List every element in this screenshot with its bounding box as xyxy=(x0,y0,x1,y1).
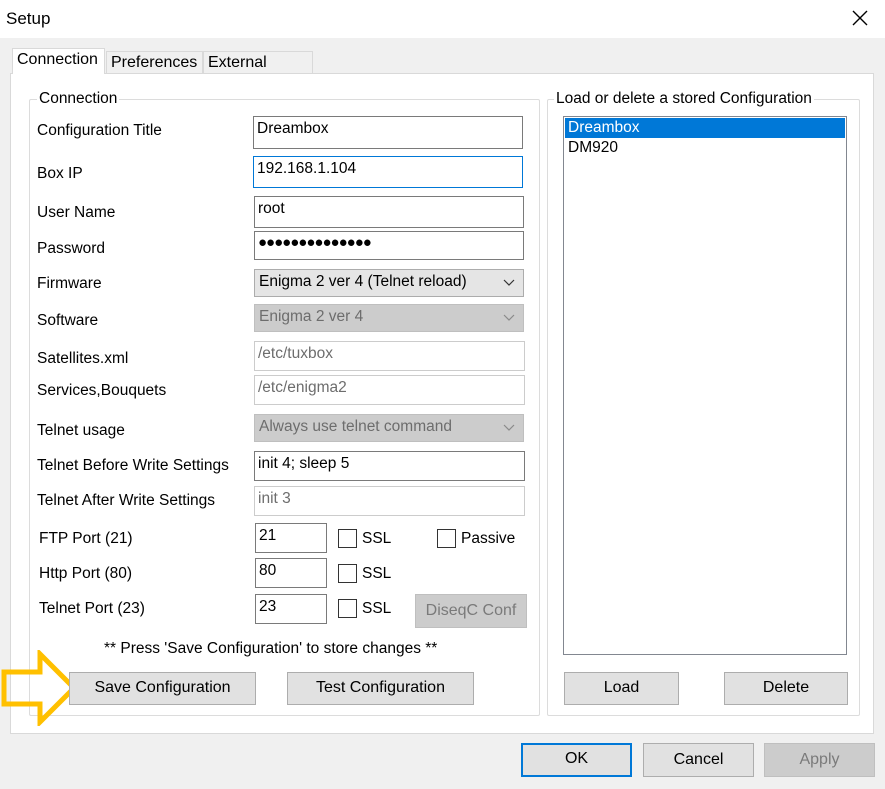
firmware-label: Firmware xyxy=(37,275,102,292)
firmware-select[interactable]: Enigma 2 ver 4 (Telnet reload) xyxy=(254,269,524,297)
tab-preferences[interactable]: Preferences xyxy=(106,51,203,73)
firmware-select-value: Enigma 2 ver 4 (Telnet reload) xyxy=(259,273,467,290)
telnet-ssl-label: SSL xyxy=(362,600,392,617)
password-input[interactable]: ●●●●●●●●●●●●●● xyxy=(254,231,524,260)
config-title-label: Configuration Title xyxy=(37,122,162,139)
ftp-port-input[interactable]: 21 xyxy=(255,523,327,553)
close-icon xyxy=(852,10,868,26)
software-select[interactable]: Enigma 2 ver 4 xyxy=(254,304,524,332)
http-port-label: Http Port (80) xyxy=(39,565,133,582)
user-name-input[interactable]: root xyxy=(254,196,524,228)
software-select-value: Enigma 2 ver 4 xyxy=(259,308,364,325)
cancel-button[interactable]: Cancel xyxy=(643,743,754,777)
window-title: Setup xyxy=(6,9,51,28)
telnet-port-label: Telnet Port (23) xyxy=(39,600,145,617)
tab-external-tools[interactable]: External Tools xyxy=(203,51,313,93)
telnet-after-input[interactable]: init 3 xyxy=(254,486,525,516)
passive-label: Passive xyxy=(461,530,516,547)
delete-button[interactable]: Delete xyxy=(724,672,848,705)
telnet-after-label: Telnet After Write Settings xyxy=(37,492,216,509)
chevron-down-icon xyxy=(503,424,515,431)
software-label: Software xyxy=(37,312,99,329)
services-label: Services,Bouquets xyxy=(37,382,167,399)
telnet-before-input[interactable]: init 4; sleep 5 xyxy=(254,451,525,481)
save-configuration-button[interactable]: Save Configuration xyxy=(69,672,256,705)
config-title-input[interactable]: Dreambox xyxy=(253,116,523,149)
apply-button[interactable]: Apply xyxy=(764,743,875,777)
ftp-port-label: FTP Port (21) xyxy=(39,530,133,547)
load-button[interactable]: Load xyxy=(564,672,679,705)
password-label: Password xyxy=(37,240,106,257)
arrow-right-icon xyxy=(1,650,78,726)
ok-button[interactable]: OK xyxy=(521,743,632,777)
box-ip-input[interactable]: 192.168.1.104 xyxy=(253,156,523,188)
passive-checkbox[interactable] xyxy=(437,529,456,548)
satellites-label: Satellites.xml xyxy=(37,350,129,367)
telnet-usage-select[interactable]: Always use telnet command xyxy=(254,414,524,442)
http-ssl-label: SSL xyxy=(362,565,392,582)
services-input[interactable]: /etc/enigma2 xyxy=(254,375,525,405)
connection-group-title: Connection xyxy=(37,90,120,108)
list-item[interactable]: DM920 xyxy=(565,138,845,158)
ftp-ssl-label: SSL xyxy=(362,530,392,547)
telnet-usage-select-value: Always use telnet command xyxy=(259,418,452,435)
title-bar xyxy=(0,0,885,38)
telnet-port-input[interactable]: 23 xyxy=(255,594,327,624)
box-ip-label: Box IP xyxy=(37,165,83,182)
satellites-input[interactable]: /etc/tuxbox xyxy=(254,341,525,371)
close-button[interactable] xyxy=(846,4,874,32)
list-item[interactable]: Dreambox xyxy=(565,118,845,138)
save-hint-text: ** Press 'Save Configuration' to store c… xyxy=(104,640,438,657)
telnet-ssl-checkbox[interactable] xyxy=(338,599,357,618)
tab-connection[interactable]: Connection xyxy=(12,48,105,74)
test-configuration-button[interactable]: Test Configuration xyxy=(287,672,474,705)
chevron-down-icon xyxy=(503,279,515,286)
stored-config-group-title: Load or delete a stored Configuration xyxy=(554,90,814,108)
http-port-input[interactable]: 80 xyxy=(255,558,327,588)
stored-config-list[interactable]: Dreambox DM920 xyxy=(563,116,847,655)
ftp-ssl-checkbox[interactable] xyxy=(338,529,357,548)
diseqc-conf-button[interactable]: DiseqC Conf xyxy=(415,594,527,628)
telnet-usage-label: Telnet usage xyxy=(37,422,125,439)
telnet-before-label: Telnet Before Write Settings xyxy=(37,457,229,474)
http-ssl-checkbox[interactable] xyxy=(338,564,357,583)
chevron-down-icon xyxy=(503,314,515,321)
user-name-label: User Name xyxy=(37,204,116,221)
